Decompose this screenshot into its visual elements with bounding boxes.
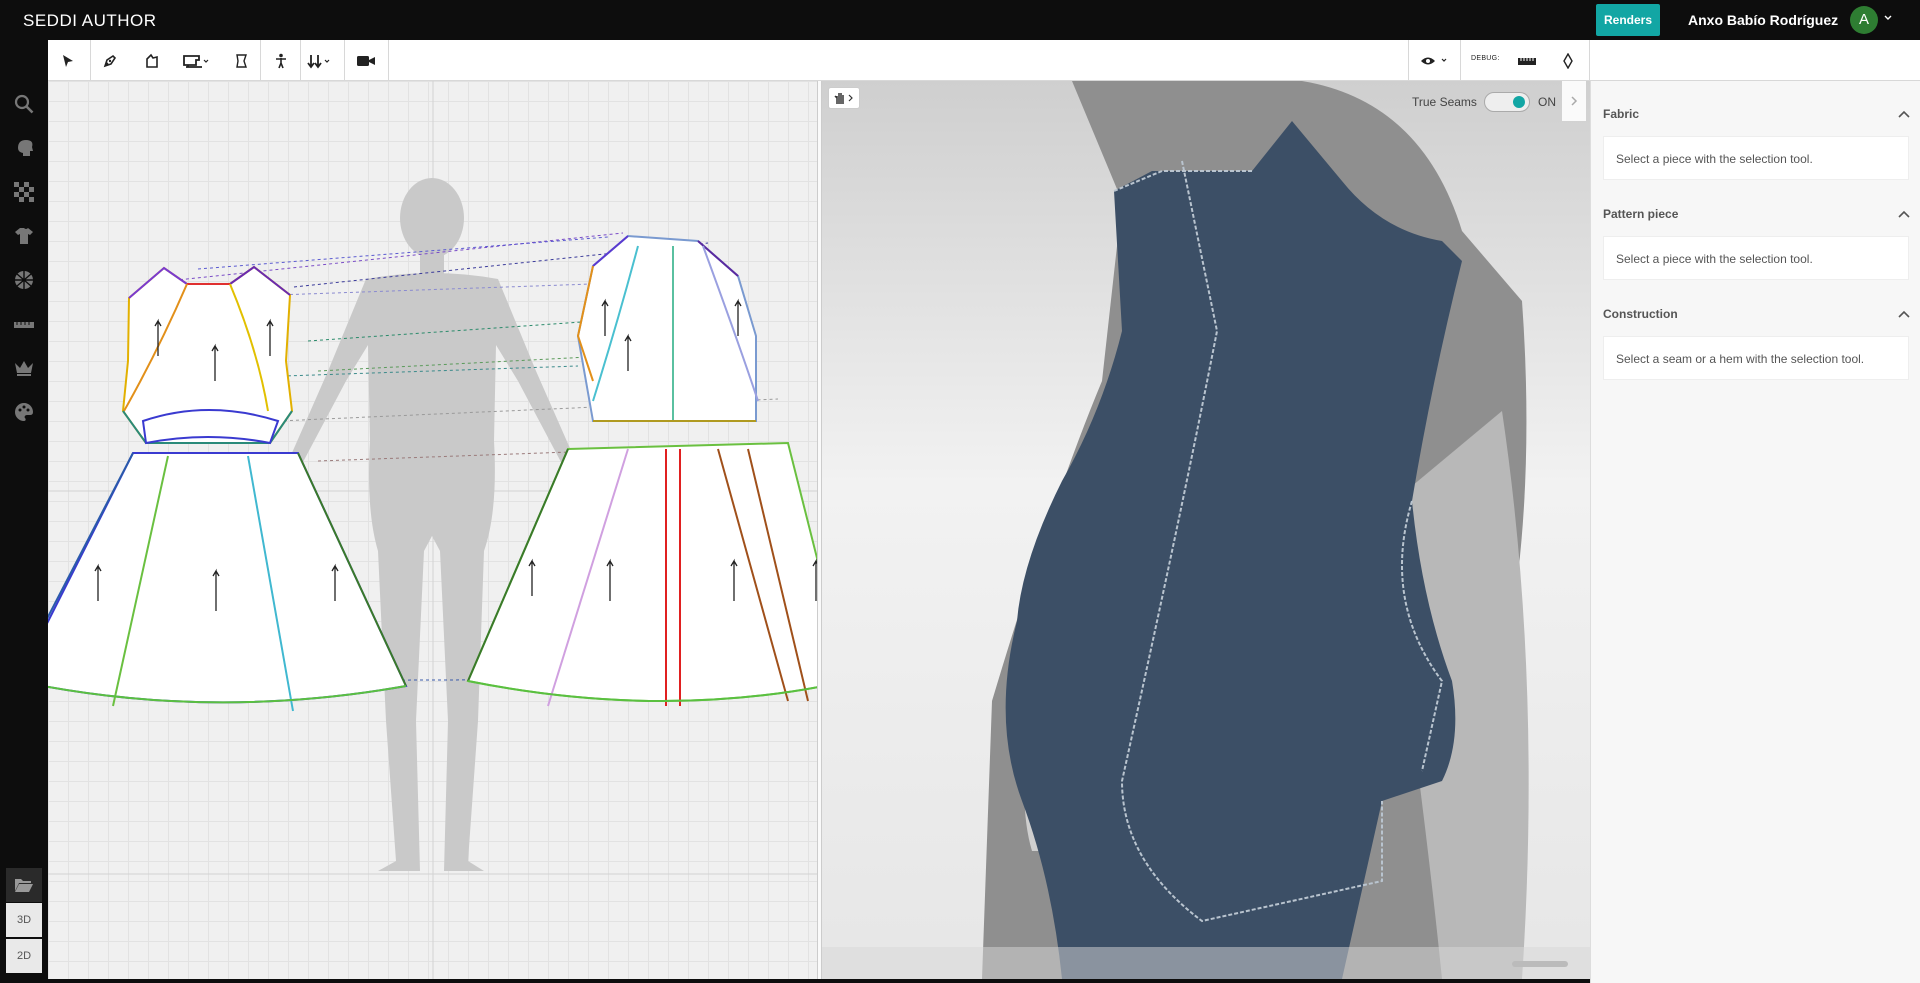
material-ball-icon[interactable] — [11, 267, 37, 293]
user-name[interactable]: Anxo Babío Rodríguez — [1688, 12, 1838, 28]
folder-open-icon[interactable] — [6, 868, 42, 902]
select-arrow-icon[interactable] — [52, 40, 84, 81]
pattern-2d-canvas[interactable] — [48, 81, 820, 979]
avatar[interactable]: A — [1850, 6, 1878, 34]
garment-shirt-icon[interactable] — [11, 223, 37, 249]
chevron-down-icon[interactable] — [1884, 12, 1892, 24]
renders-button[interactable]: Renders — [1596, 4, 1660, 36]
chevron-up-icon[interactable] — [1897, 209, 1911, 219]
chevron-right-icon[interactable] — [1562, 81, 1586, 121]
properties-panel: Fabric Select a piece with the selection… — [1590, 81, 1920, 983]
chevron-up-icon[interactable] — [1897, 109, 1911, 119]
pattern-piece-skirt-front — [48, 452, 408, 712]
viewer-3d[interactable]: True Seams ON — [822, 81, 1590, 979]
fabric-checker-icon[interactable] — [11, 179, 37, 205]
camera-icon[interactable] — [348, 40, 384, 81]
debug-label: DEBUG: — [1471, 55, 1500, 62]
piece-icon[interactable] — [136, 40, 168, 81]
true-seams-state: ON — [1538, 95, 1556, 109]
pattern-piece-hint: Select a piece with the selection tool. — [1603, 236, 1909, 280]
head-icon[interactable] — [11, 135, 37, 161]
construction-hint: Select a seam or a hem with the selectio… — [1603, 336, 1909, 380]
visibility-eye-icon[interactable] — [1414, 40, 1456, 81]
crown-icon[interactable] — [11, 355, 37, 381]
search-icon[interactable] — [11, 91, 37, 117]
left-sidebar: 3D 2D — [0, 81, 48, 983]
app-logo: SEDDI AUTHOR — [23, 11, 157, 30]
true-seams-toggle[interactable] — [1484, 92, 1530, 112]
avatar-figure-icon[interactable] — [266, 40, 296, 81]
main-toolbar: DEBUG: — [0, 40, 1920, 81]
measure-ruler-icon[interactable] — [1512, 40, 1542, 81]
sort-arrows-icon[interactable] — [303, 40, 339, 81]
pattern-piece-skirt-back — [466, 441, 820, 707]
horizontal-scrollbar[interactable] — [1512, 961, 1568, 967]
fabric-hint: Select a piece with the selection tool. — [1603, 136, 1909, 180]
section-title-fabric[interactable]: Fabric — [1603, 107, 1639, 121]
diamond-icon[interactable] — [1552, 40, 1584, 81]
bounds-icon[interactable] — [226, 40, 256, 81]
pan-tool-button[interactable] — [828, 87, 860, 109]
sewing-machine-icon[interactable] — [176, 40, 216, 81]
section-title-construction[interactable]: Construction — [1603, 307, 1678, 321]
true-seams-label: True Seams — [1412, 95, 1477, 109]
section-title-pattern-piece[interactable]: Pattern piece — [1603, 207, 1678, 221]
top-bar: SEDDI AUTHOR Renders Anxo Babío Rodrígue… — [0, 0, 1920, 40]
view-2d-button[interactable]: 2D — [6, 939, 42, 973]
palette-icon[interactable] — [11, 399, 37, 425]
pen-icon[interactable] — [94, 40, 126, 81]
view-3d-button[interactable]: 3D — [6, 903, 42, 937]
measure-ruler-icon[interactable] — [11, 311, 37, 337]
chevron-up-icon[interactable] — [1897, 309, 1911, 319]
